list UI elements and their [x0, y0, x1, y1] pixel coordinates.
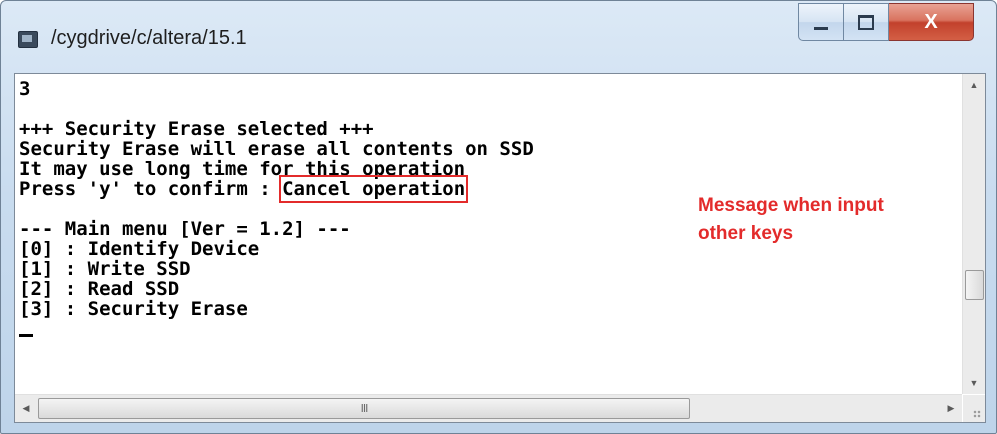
minimize-icon: [814, 26, 828, 30]
maximize-icon: [858, 14, 874, 30]
terminal-line: [1] : Write SSD: [19, 258, 191, 280]
terminal-line: [3] : Security Erase: [19, 298, 248, 320]
terminal-line: [2] : Read SSD: [19, 278, 180, 300]
cancel-operation-message: Cancel operation: [279, 175, 469, 203]
horizontal-scroll-thumb[interactable]: III: [38, 398, 690, 419]
close-button[interactable]: X: [889, 3, 974, 41]
terminal-window: /cygdrive/c/altera/15.1 X 3 +++ Security…: [0, 0, 997, 434]
scroll-left-arrow-icon[interactable]: ◀: [15, 395, 37, 422]
title-bar[interactable]: /cygdrive/c/altera/15.1 X: [1, 1, 996, 73]
grip-icon: III: [360, 402, 369, 415]
annotation-line: other keys: [698, 223, 794, 244]
minimize-button[interactable]: [798, 3, 844, 41]
vertical-scrollbar[interactable]: ▲ ▼: [962, 74, 985, 394]
close-icon: X: [924, 10, 938, 33]
scroll-down-arrow-icon[interactable]: ▼: [963, 372, 985, 394]
window-title: /cygdrive/c/altera/15.1: [51, 27, 247, 49]
horizontal-scrollbar[interactable]: ◀ III ▶: [15, 394, 962, 422]
confirm-prompt: Press 'y' to confirm :: [19, 178, 283, 200]
text-cursor: [19, 334, 33, 337]
vertical-scroll-thumb[interactable]: [965, 270, 984, 300]
terminal-line: [19, 319, 962, 339]
annotation-callout: Message when input other keys: [698, 192, 960, 248]
terminal-line: +++ Security Erase selected +++: [19, 118, 374, 140]
console-app-icon[interactable]: [18, 31, 38, 48]
terminal-line: It may use long time for this operation: [19, 158, 466, 180]
console-client-area: 3 +++ Security Erase selected +++ Securi…: [14, 73, 986, 423]
scroll-up-arrow-icon[interactable]: ▲: [963, 74, 985, 96]
terminal-line: 3: [19, 78, 31, 100]
resize-grip-icon[interactable]: [963, 395, 985, 422]
annotation-line: Message when input: [698, 195, 884, 216]
caption-buttons: X: [798, 3, 974, 41]
scroll-right-arrow-icon[interactable]: ▶: [940, 395, 962, 422]
terminal-line: Security Erase will erase all contents o…: [19, 138, 534, 160]
maximize-button[interactable]: [844, 3, 889, 41]
